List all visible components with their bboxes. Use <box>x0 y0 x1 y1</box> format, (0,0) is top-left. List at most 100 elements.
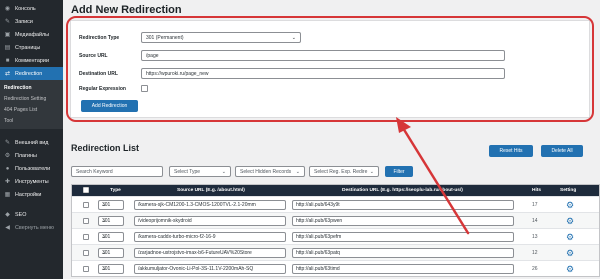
chevron-down-icon: ⌄ <box>102 202 107 208</box>
submenu-item-tool[interactable]: Tool <box>0 115 63 126</box>
sidebar-item-appearance[interactable]: ✎ Внешний вид <box>0 136 63 149</box>
sidebar-item-users[interactable]: ● Пользователи <box>0 162 63 175</box>
column-setting: Setting <box>560 188 577 193</box>
select-hidden-dropdown[interactable]: Select Hidden Records ⌄ <box>235 166 305 177</box>
submenu-item-404-pages-list[interactable]: 404 Pages List <box>0 104 63 115</box>
chevron-down-icon: ⌄ <box>102 266 107 272</box>
tools-icon: ✚ <box>4 179 11 185</box>
collapse-menu-button[interactable]: ◀ Свернуть меню <box>0 221 63 234</box>
delete-all-button[interactable]: Delete All <box>541 145 583 157</box>
row-hits: 14 <box>532 218 538 224</box>
chevron-down-icon: ⌄ <box>102 218 107 224</box>
chevron-down-icon: ⌄ <box>221 168 226 175</box>
row-destination-input[interactable]: http://ali.pub/63patq <box>292 248 514 258</box>
row-checkbox[interactable] <box>83 202 89 208</box>
row-type-select[interactable]: 301 ⌄ <box>98 248 124 258</box>
redirection-icon: ⇄ <box>4 71 11 77</box>
chevron-down-icon: ⌄ <box>102 250 107 256</box>
sidebar-item-seo[interactable]: ◆ SEO <box>0 208 63 221</box>
submenu-item-redirection-setting[interactable]: Redirection Setting <box>0 93 63 104</box>
gear-icon[interactable]: ⚙ <box>566 216 574 226</box>
column-hits: Hits <box>532 188 542 193</box>
sidebar-item-label: Redirection <box>15 70 43 77</box>
sidebar-item-label: Плагины <box>15 152 37 159</box>
sidebar-item-label: SEO <box>15 211 27 218</box>
row-destination-input[interactable]: http://ali.pub/643y9t <box>292 200 514 210</box>
redirection-submenu: Redirection Redirection Setting 404 Page… <box>0 80 63 129</box>
select-all-checkbox[interactable] <box>83 187 89 193</box>
sidebar-item-label: Страницы <box>15 44 41 51</box>
sidebar-item-media[interactable]: ▣ Медиафайлы <box>0 28 63 41</box>
row-hits: 13 <box>532 234 538 240</box>
sidebar-item-label: Внешний вид <box>15 139 49 146</box>
select-hidden-value: Select Hidden Records <box>240 168 292 175</box>
list-title: Redirection List <box>71 143 140 153</box>
admin-sidebar: ◉ Консоль ✎ Записи ▣ Медиафайлы ▤ Страницы ■ Комм… <box>0 0 63 279</box>
sidebar-item-tools[interactable]: ✚ Инструменты <box>0 175 63 188</box>
row-hits: 26 <box>532 266 538 272</box>
row-destination-input[interactable]: http://ali.pub/63pefm <box>292 232 514 242</box>
chevron-down-icon: ⌄ <box>102 234 107 240</box>
sidebar-item-redirection[interactable]: ⇄ Redirection <box>0 67 63 80</box>
row-checkbox[interactable] <box>83 234 89 240</box>
chevron-down-icon: ⌄ <box>295 168 300 175</box>
table-row: 301 ⌄ /zarjadnoe-ustrojstvo-imax-b6-Future… <box>72 244 599 260</box>
row-type-select[interactable]: 301 ⌄ <box>98 232 124 242</box>
chevron-down-icon: ⌄ <box>369 168 374 175</box>
sidebar-item-dashboard[interactable]: ◉ Консоль <box>0 2 63 15</box>
row-hits: 17 <box>532 202 538 208</box>
sidebar-item-label: Настройки <box>15 191 42 198</box>
reset-hits-button[interactable]: Reset Hits <box>489 145 533 157</box>
pages-icon: ▤ <box>4 45 11 51</box>
seo-icon: ◆ <box>5 212 10 218</box>
row-type-select[interactable]: 301 ⌄ <box>98 200 124 210</box>
sidebar-item-label: Инструменты <box>15 178 49 185</box>
sidebar-item-label: Медиафайлы <box>15 31 50 38</box>
sidebar-item-label: Комментарии <box>15 57 49 64</box>
pin-icon: ✎ <box>4 19 11 25</box>
filter-button[interactable]: Filter <box>385 166 413 177</box>
column-destination: Destination URL (E.g. https://seoplu-lab… <box>342 188 463 193</box>
dashboard-icon: ◉ <box>4 6 11 12</box>
table-row: 301 ⌄ /kamera-sjk-CM1200-1.3-CMOS-1200TVL-… <box>72 196 599 212</box>
sidebar-item-comments[interactable]: ■ Комментарии <box>0 54 63 67</box>
main-content: Add New Redirection Redirection Type 301… <box>63 0 600 279</box>
row-source-input[interactable]: /akkumuljator-Ovonic-Li-Pol-3S-11.1V-220… <box>134 264 286 274</box>
row-type-select[interactable]: 301 ⌄ <box>98 264 124 274</box>
row-source-input[interactable]: /videoprijomnik-skydroid <box>134 216 286 226</box>
search-input[interactable]: Search Keyword <box>71 166 163 177</box>
sidebar-item-pages[interactable]: ▤ Страницы <box>0 41 63 54</box>
select-regexp-dropdown[interactable]: Select Reg. Exp. Redire ⌄ <box>309 166 379 177</box>
row-source-input[interactable]: /kamera-sjk-CM1200-1.3-CMOS-1200TVL-2.1-… <box>134 200 286 210</box>
row-destination-input[interactable]: http://ali.pub/63timd <box>292 264 514 274</box>
row-checkbox[interactable] <box>83 218 89 224</box>
collapse-icon: ◀ <box>5 225 10 231</box>
comments-icon: ■ <box>5 57 10 64</box>
gear-icon[interactable]: ⚙ <box>566 232 574 242</box>
gear-icon[interactable]: ⚙ <box>566 200 574 210</box>
sidebar-item-plugins[interactable]: ⚙ Плагины <box>0 149 63 162</box>
row-checkbox[interactable] <box>83 266 89 272</box>
sidebar-item-pin[interactable]: ✎ Записи <box>0 15 63 28</box>
row-destination-input[interactable]: http://ali.pub/63pwen <box>292 216 514 226</box>
row-source-input[interactable]: /zarjadnoe-ustrojstvo-imax-b6-FutureUAV%… <box>134 248 286 258</box>
submenu-item-redirection[interactable]: Redirection <box>0 82 63 93</box>
table-header: Type Source URL (E.g. /about.html) Desti… <box>72 185 599 196</box>
row-type-select[interactable]: 301 ⌄ <box>98 216 124 226</box>
column-type: Type <box>110 188 121 193</box>
row-source-input[interactable]: /kamera-caddx-turbo-micro-f2-16-9 <box>134 232 286 242</box>
sidebar-item-label: Консоль <box>15 5 36 12</box>
sidebar-item-settings[interactable]: ▦ Настройки <box>0 188 63 201</box>
select-regexp-value: Select Reg. Exp. Redire <box>314 168 368 175</box>
redirection-table: Type Source URL (E.g. /about.html) Desti… <box>71 184 600 277</box>
select-type-value: Select Type <box>174 168 201 175</box>
select-type-dropdown[interactable]: Select Type ⌄ <box>169 166 231 177</box>
gear-icon[interactable]: ⚙ <box>566 264 574 274</box>
media-icon: ▣ <box>4 32 11 38</box>
gear-icon[interactable]: ⚙ <box>566 248 574 258</box>
appearance-icon: ✎ <box>4 140 11 146</box>
table-row: 301 ⌄ /kamera-caddx-turbo-micro-f2-16-9 htt… <box>72 228 599 244</box>
row-checkbox[interactable] <box>83 250 89 256</box>
users-icon: ● <box>5 165 10 172</box>
plugins-icon: ⚙ <box>4 153 11 159</box>
